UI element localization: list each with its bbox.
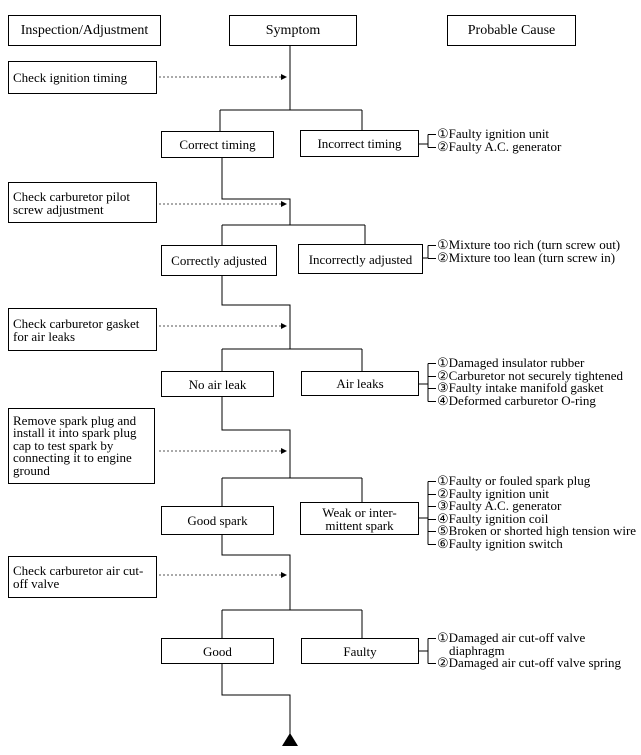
cause-item: ②Mixture too lean (turn screw in)	[437, 249, 616, 265]
header-inspection: Inspection/Adjustment	[8, 15, 161, 46]
inspection-spark-test: Remove spark plug and install it into sp…	[8, 408, 155, 484]
troubleshooting-flowchart: Inspection/Adjustment Symptom Probable C…	[0, 0, 641, 755]
inspection-ignition-timing: Check ignition timing	[8, 61, 157, 94]
symptom-ng: Incorrectly adjusted	[298, 244, 423, 274]
cause-bracket	[427, 638, 436, 664]
cause-item: ④Deformed carburetor O-ring	[437, 392, 596, 408]
symptom-ng: Faulty	[301, 638, 419, 664]
cause-bracket	[427, 134, 436, 148]
header-probable-cause: Probable Cause	[447, 15, 576, 46]
cause-item: ①Damaged air cut-off valve diaphragm	[437, 630, 586, 658]
cause-list: ①Faulty or fouled spark plug ②Faulty igni…	[437, 474, 637, 551]
symptom-ok: No air leak	[161, 371, 274, 397]
symptom-ng: Air leaks	[301, 371, 419, 396]
cause-list: ①Faulty ignition unit ②Faulty A.C. genera…	[437, 127, 637, 154]
continue-arrow-icon	[282, 733, 298, 746]
cause-list: ①Mixture too rich (turn screw out) ②Mixtu…	[437, 238, 637, 265]
cause-item: ②Faulty A.C. generator	[437, 138, 562, 154]
cause-bracket	[427, 481, 436, 545]
cause-item: ⑥Faulty ignition switch	[437, 535, 563, 551]
inspection-air-cutoff-valve: Check carburetor air cut-off valve	[8, 556, 157, 598]
header-symptom: Symptom	[229, 15, 357, 46]
symptom-ok: Good spark	[161, 506, 274, 535]
cause-item: ②Damaged air cut-off valve spring	[437, 655, 621, 670]
symptom-ng: Incorrect timing	[300, 130, 419, 157]
cause-bracket	[427, 245, 436, 259]
cause-list: ①Damaged air cut-off valve diaphragm ②Dam…	[437, 630, 637, 670]
cause-bracket	[427, 363, 436, 402]
symptom-ok: Correctly adjusted	[161, 245, 277, 276]
inspection-gasket: Check carburetor gasket for air leaks	[8, 308, 157, 351]
symptom-ok: Correct timing	[161, 131, 274, 158]
cause-list: ①Damaged insulator rubber ②Carburetor not…	[437, 356, 637, 408]
symptom-ng: Weak or inter-mittent spark	[300, 502, 419, 535]
inspection-pilot-screw: Check carburetor pilot screw adjustment	[8, 182, 157, 223]
symptom-ok: Good	[161, 638, 274, 664]
